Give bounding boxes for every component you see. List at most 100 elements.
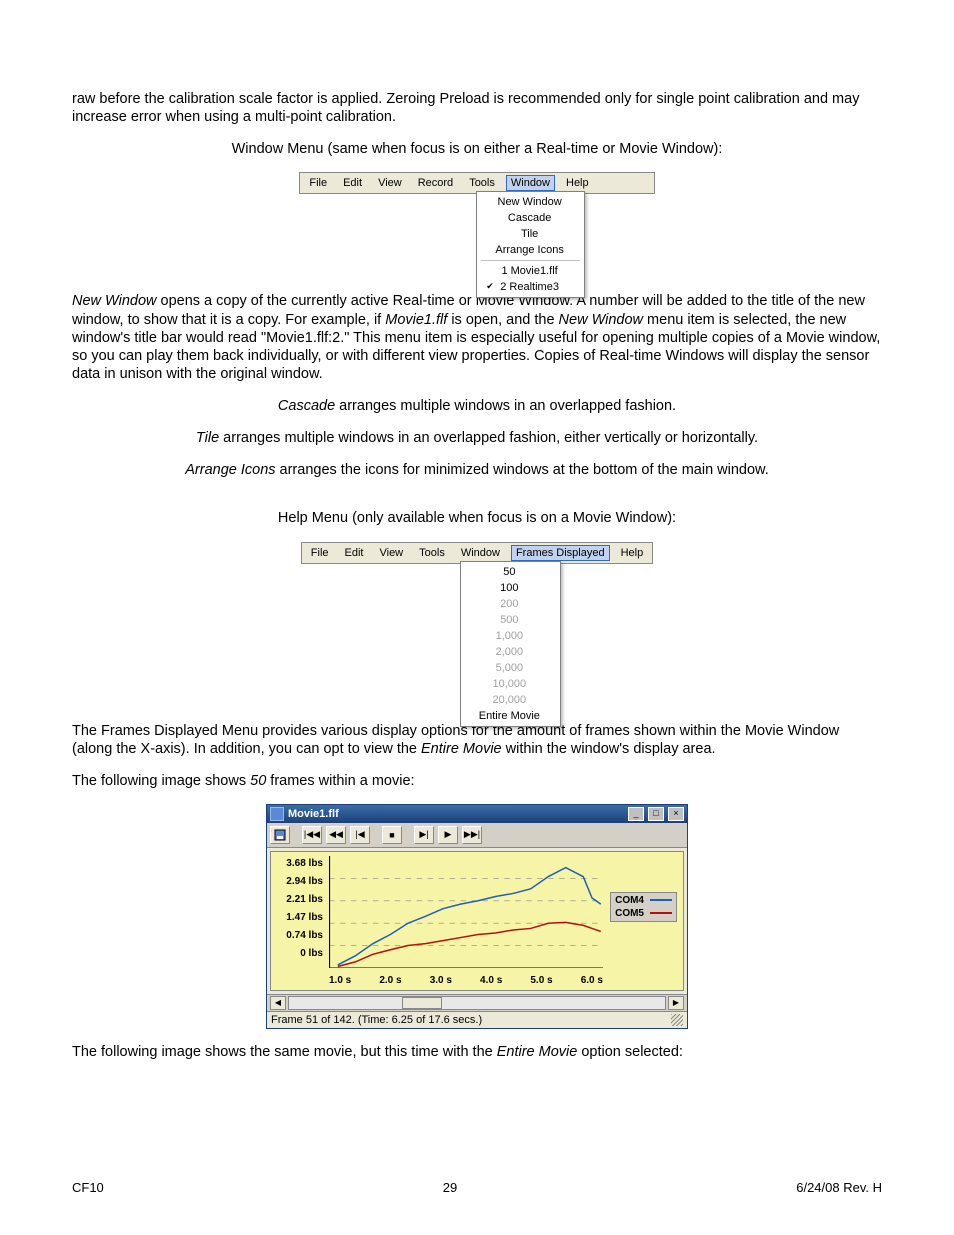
menu-view[interactable]: View [373, 175, 407, 191]
menu-item-doc2[interactable]: 2 Realtime3 [477, 279, 583, 295]
menu2-view[interactable]: View [374, 545, 408, 561]
frames-menu-item[interactable]: 100 [461, 580, 560, 596]
y-tick: 0 lbs [273, 948, 323, 959]
chart-series-COM5 [338, 922, 601, 966]
play-button[interactable]: ▶ [438, 826, 458, 844]
text: arranges multiple windows in an overlapp… [219, 430, 758, 446]
menu-item-tile[interactable]: Tile [477, 226, 583, 242]
x-tick: 4.0 s [480, 975, 502, 986]
window-menu-caption: Window Menu (same when focus is on eithe… [72, 140, 882, 158]
text: arranges multiple windows in an overlapp… [335, 398, 676, 414]
scroll-thumb[interactable] [402, 997, 442, 1009]
movie-ref: Movie1.flf [385, 312, 447, 328]
scroll-right-button[interactable]: ▶ [668, 996, 684, 1010]
chart-plot-area [329, 856, 603, 968]
text: The following image shows the same movie… [72, 1044, 497, 1060]
movie-toolbar: |◀◀ ◀◀ |◀ ■ ▶| ▶ ▶▶| [267, 823, 687, 848]
entire-movie-em: Entire Movie [421, 741, 502, 757]
first-frame-button[interactable]: |◀◀ [302, 826, 322, 844]
menu-item-doc1[interactable]: 1 Movie1.flf [477, 263, 583, 279]
menu-edit[interactable]: Edit [338, 175, 367, 191]
maximize-button[interactable]: □ [648, 807, 664, 821]
frames-menu-screenshot: File Edit View Tools Window Frames Displ… [301, 542, 653, 564]
menu-record[interactable]: Record [413, 175, 458, 191]
fifty-em: 50 [250, 773, 266, 789]
cascade-em: Cascade [278, 398, 335, 414]
menu2-edit[interactable]: Edit [340, 545, 369, 561]
x-tick: 2.0 s [379, 975, 401, 986]
frames-menu-item[interactable]: 20,000 [461, 692, 560, 708]
legend-entry: COM5 [615, 908, 672, 919]
arrange-em: Arrange Icons [185, 462, 275, 478]
x-tick: 3.0 s [430, 975, 452, 986]
window-menu-dropdown: New Window Cascade Tile Arrange Icons 1 … [476, 191, 584, 298]
menu2-frames[interactable]: Frames Displayed [511, 545, 610, 561]
frames-menu-item[interactable]: 10,000 [461, 676, 560, 692]
menu-file[interactable]: File [304, 175, 332, 191]
menu2-window[interactable]: Window [456, 545, 505, 561]
text: option selected: [577, 1044, 683, 1060]
chart-legend: COM4 COM5 [610, 892, 677, 922]
fifty-intro: The following image shows 50 frames with… [72, 772, 882, 790]
new-window-em: New Window [72, 293, 156, 309]
next-frame-button[interactable]: ▶| [414, 826, 434, 844]
x-tick: 1.0 s [329, 975, 351, 986]
movie-window-titlebar: Movie1.flf _ □ × [267, 805, 687, 823]
menu2-help[interactable]: Help [616, 545, 649, 561]
text: The following image shows [72, 773, 250, 789]
footer-left: CF10 [72, 1180, 104, 1195]
frames-menu-item[interactable]: 1,000 [461, 628, 560, 644]
prev-frame-button[interactable]: |◀ [350, 826, 370, 844]
menu-window[interactable]: Window [506, 175, 555, 191]
minimize-button[interactable]: _ [628, 807, 644, 821]
footer-right: 6/24/08 Rev. H [796, 1180, 882, 1195]
entire-em: Entire Movie [497, 1044, 578, 1060]
stop-button[interactable]: ■ [382, 826, 402, 844]
menubar-2: File Edit View Tools Window Frames Displ… [302, 543, 652, 563]
x-axis-labels: 1.0 s2.0 s3.0 s4.0 s5.0 s6.0 s [329, 975, 603, 986]
cascade-line: Cascade arranges multiple windows in an … [72, 397, 882, 415]
arrange-line: Arrange Icons arranges the icons for min… [72, 461, 882, 479]
frames-paragraph: The Frames Displayed Menu provides vario… [72, 722, 882, 758]
tile-line: Tile arranges multiple windows in an ove… [72, 429, 882, 447]
frames-menu-item[interactable]: 2,000 [461, 644, 560, 660]
save-icon[interactable] [270, 826, 290, 844]
window-menu-screenshot: File Edit View Record Tools Window Help … [299, 172, 654, 194]
menu-item-new-window[interactable]: New Window [477, 194, 583, 210]
movie-scrollbar[interactable]: ◀ ▶ [267, 994, 687, 1011]
new-window-paragraph: New Window opens a copy of the currently… [72, 292, 882, 383]
close-button[interactable]: × [668, 807, 684, 821]
text: within the window's display area. [502, 741, 716, 757]
resize-grip-icon[interactable] [671, 1014, 683, 1026]
frames-menu-item[interactable]: Entire Movie [461, 708, 560, 724]
frames-menu-dropdown: 501002005001,0002,0005,00010,00020,000En… [460, 561, 561, 727]
menu-help[interactable]: Help [561, 175, 594, 191]
menu2-tools[interactable]: Tools [414, 545, 450, 561]
chart-series-COM4 [338, 867, 601, 964]
menu2-file[interactable]: File [306, 545, 334, 561]
y-tick: 2.21 lbs [273, 894, 323, 905]
frames-menu-item[interactable]: 200 [461, 596, 560, 612]
movie-status-text: Frame 51 of 142. (Time: 6.25 of 17.6 sec… [271, 1014, 482, 1026]
menu-item-arrange-icons[interactable]: Arrange Icons [477, 242, 583, 258]
menubar: File Edit View Record Tools Window Help [300, 173, 653, 193]
frames-menu-item[interactable]: 5,000 [461, 660, 560, 676]
y-tick: 3.68 lbs [273, 858, 323, 869]
scroll-left-button[interactable]: ◀ [270, 996, 286, 1010]
frames-menu-item[interactable]: 500 [461, 612, 560, 628]
text: arranges the icons for minimized windows… [276, 462, 769, 478]
frames-menu-item[interactable]: 50 [461, 564, 560, 580]
legend-entry: COM4 [615, 895, 672, 906]
menu-item-cascade[interactable]: Cascade [477, 210, 583, 226]
page-footer: CF10 29 6/24/08 Rev. H [72, 1180, 882, 1195]
intro-paragraph: raw before the calibration scale factor … [72, 90, 882, 126]
footer-center: 29 [443, 1180, 457, 1195]
y-tick: 0.74 lbs [273, 930, 323, 941]
movie-status-bar: Frame 51 of 142. (Time: 6.25 of 17.6 sec… [267, 1011, 687, 1028]
text: is open, and the [447, 312, 558, 328]
x-tick: 6.0 s [581, 975, 603, 986]
menu-tools[interactable]: Tools [464, 175, 500, 191]
scroll-track[interactable] [288, 996, 666, 1010]
rewind-button[interactable]: ◀◀ [326, 826, 346, 844]
last-frame-button[interactable]: ▶▶| [462, 826, 482, 844]
